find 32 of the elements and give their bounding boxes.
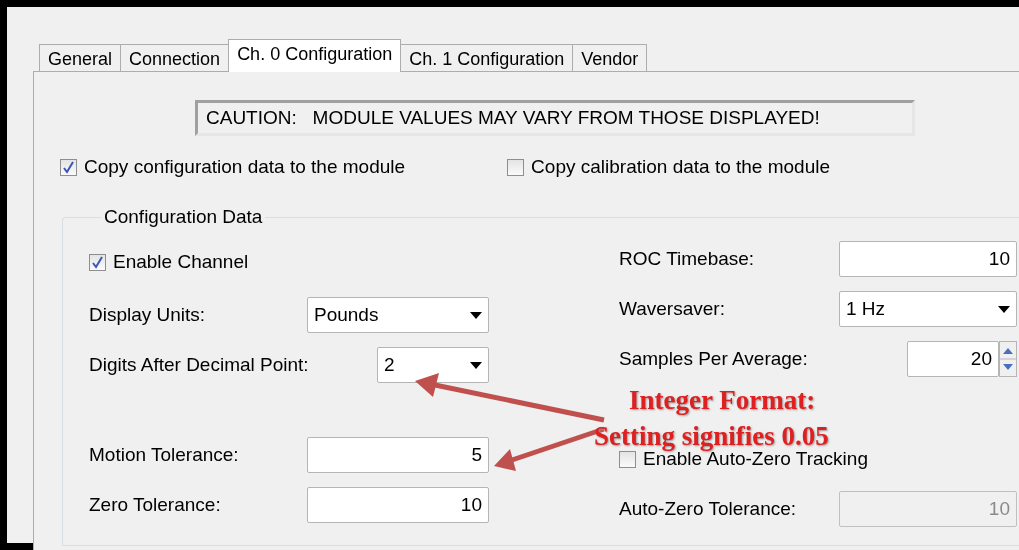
field-label: Samples Per Average: — [619, 348, 808, 370]
annotation-text: Integer Format: — [629, 385, 816, 416]
number-field[interactable]: 20 — [907, 341, 999, 377]
checkbox[interactable]: Copy configuration data to the module — [60, 156, 406, 178]
input-field[interactable]: 10 — [839, 241, 1017, 277]
field-label: Zero Tolerance: — [89, 494, 221, 516]
field-label: Digits After Decimal Point: — [89, 354, 309, 376]
check-icon — [91, 255, 104, 269]
dropdown[interactable]: 2 — [377, 347, 489, 383]
dropdown[interactable]: Pounds — [307, 297, 489, 333]
tab[interactable]: Ch. 1 Configuration — [400, 44, 574, 72]
input-field[interactable]: 5 — [307, 437, 489, 473]
tab[interactable]: Ch. 0 Configuration — [228, 39, 402, 72]
tab[interactable]: Vendor — [572, 44, 648, 72]
dropdown-arrow-icon — [470, 311, 482, 319]
field-label: Motion Tolerance: — [89, 444, 239, 466]
dropdown-arrow-icon — [470, 361, 482, 369]
field-label: Waversaver: — [619, 298, 725, 320]
dropdown[interactable]: 1 Hz — [839, 291, 1017, 327]
dropdown-arrow-icon — [998, 305, 1010, 313]
input-field[interactable]: 10 — [307, 487, 489, 523]
spinner-arrows-icon[interactable] — [999, 341, 1017, 377]
checkbox[interactable]: Enable Channel — [89, 251, 249, 273]
field-label: ROC Timebase: — [619, 248, 755, 270]
check-icon — [62, 160, 75, 174]
caution-banner: CAUTION: MODULE VALUES MAY VARY FROM THOSE DISPLAYED! — [195, 100, 915, 136]
field-label: Display Units: — [89, 304, 206, 326]
group-title: Configuration Data — [103, 206, 264, 228]
tab[interactable]: General — [39, 44, 122, 72]
checkbox[interactable]: Copy calibration data to the module — [507, 156, 831, 178]
field-label: Auto-Zero Tolerance: — [619, 498, 797, 520]
annotation-text: Setting signifies 0.05 — [594, 421, 829, 452]
